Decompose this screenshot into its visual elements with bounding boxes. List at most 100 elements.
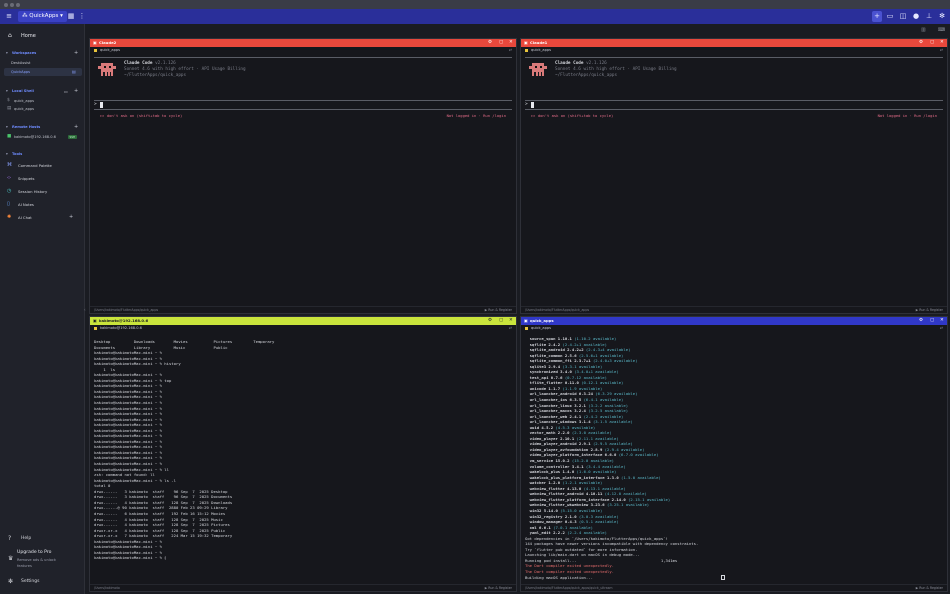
terminal-line: 144 packages have newer versions incompa… bbox=[525, 541, 699, 547]
workspaces-section[interactable]: ▾ Workspaces + bbox=[4, 50, 82, 57]
pane-claude1[interactable]: ▣ Claude1 ⚙ ▢ ✕ quick_apps ⇄ Claude Code… bbox=[520, 38, 948, 314]
pane-title: kakimoto@192.168.0.6 bbox=[99, 318, 149, 323]
maximize-icon[interactable]: ▢ bbox=[499, 39, 503, 47]
add-host-icon[interactable]: + bbox=[74, 124, 78, 131]
claude-mascot-icon bbox=[529, 63, 547, 77]
package-name: vector_math 2.2.0 bbox=[525, 430, 572, 436]
split-view-icon[interactable]: ▥ bbox=[921, 27, 929, 33]
pane-header[interactable]: ▣ quick_apps ⚙ ▢ ✕ bbox=[521, 317, 947, 325]
run-register-button[interactable]: ▶ Run & Register bbox=[485, 585, 512, 591]
package-available: (2.4.2+1 available) bbox=[562, 341, 607, 347]
zoom-window-dot[interactable] bbox=[16, 3, 20, 7]
settings-icon[interactable]: ⚙ bbox=[488, 317, 492, 325]
package-name: webview_flutter_android 4.10.11 bbox=[525, 491, 605, 497]
pane-quick-apps[interactable]: ▣ quick_apps ⚙ ▢ ✕ quick_apps ⇄ source_s… bbox=[520, 316, 948, 592]
tool-label: Command Palette bbox=[18, 163, 52, 168]
terminal-output[interactable]: source_span 1.10.1 (1.10.2 available) sq… bbox=[525, 336, 698, 580]
close-icon[interactable]: ✕ bbox=[509, 39, 513, 47]
package-available: (2.4.0+3 available) bbox=[592, 358, 638, 364]
run-register-button[interactable]: ▶ Run & Register bbox=[485, 307, 512, 313]
location-icon[interactable]: ● bbox=[911, 11, 921, 22]
settings-icon[interactable]: ⚙ bbox=[919, 39, 923, 47]
package-available: (4.5.3 available) bbox=[555, 424, 596, 430]
pane-claude2[interactable]: ▣ Claude2 ⚙ ▢ ✕ quick_apps ⇄ Claude Code… bbox=[89, 38, 517, 314]
terminal-output[interactable]: Desktop Downloads Movies Pictures Tempor… bbox=[94, 339, 274, 561]
local-shell-section[interactable]: ▾ Local Shell ▭ + bbox=[4, 88, 82, 95]
gear-icon[interactable]: ✻ bbox=[937, 11, 947, 22]
package-name: win32 5.14.0 bbox=[525, 507, 561, 513]
run-register-button[interactable]: ▶ Run & Register bbox=[916, 307, 943, 313]
sidebar-item-shell[interactable]: $ quick_apps bbox=[4, 97, 82, 105]
add-icon[interactable]: + bbox=[872, 11, 882, 22]
workspaces-label: Workspaces bbox=[12, 51, 37, 55]
help-button[interactable]: ? Help bbox=[4, 534, 82, 544]
login-status[interactable]: Not logged in · Run /login bbox=[878, 113, 937, 118]
close-icon[interactable]: ✕ bbox=[940, 317, 944, 325]
workspace-options-icon[interactable]: ▤ bbox=[72, 68, 76, 76]
link-icon[interactable]: ⇄ bbox=[940, 325, 943, 332]
terminal-icon: ▣ bbox=[524, 318, 528, 323]
sidebar-item-home[interactable]: ⌂ Home bbox=[4, 31, 82, 41]
package-available: (2.4.2 available) bbox=[583, 413, 624, 419]
package-name: uuid 4.5.2 bbox=[525, 424, 556, 430]
sidebar-item-deskassist[interactable]: DeskAssist bbox=[4, 59, 82, 67]
pane-header[interactable]: ▣ Claude2 ⚙ ▢ ✕ bbox=[90, 39, 516, 47]
package-name: sqlite3 2.9.4 bbox=[525, 363, 563, 369]
package-name: webview_flutter 4.13.0 bbox=[525, 485, 584, 491]
link-icon[interactable]: ⇄ bbox=[940, 47, 943, 54]
sidebar-item-quickapps[interactable]: QuickApps ▤ bbox=[4, 68, 82, 76]
hamburger-icon[interactable]: ≡ bbox=[4, 11, 14, 22]
add-workspace-icon[interactable]: + bbox=[74, 50, 78, 57]
settings-button[interactable]: ✻ Settings bbox=[4, 577, 82, 587]
maximize-icon[interactable]: ▢ bbox=[499, 317, 503, 325]
collapse-sidebar-icon[interactable]: ‹ bbox=[84, 306, 88, 314]
link-icon[interactable]: ⇄ bbox=[509, 325, 512, 332]
more-icon[interactable]: ⋮ bbox=[78, 11, 86, 22]
pane-chip[interactable]: quick_apps bbox=[531, 47, 551, 54]
pane-chip[interactable]: quick_apps bbox=[100, 47, 120, 54]
sidebar-item-session-history[interactable]: ◷ Session History bbox=[4, 187, 82, 196]
home-icon: ⌂ bbox=[8, 32, 12, 39]
shell-name: quick_apps bbox=[14, 107, 35, 111]
pane-ssh[interactable]: ▣ kakimoto@192.168.0.6 ⚙ ▢ ✕ kakimoto@19… bbox=[89, 316, 517, 592]
folder-icon[interactable]: ▭ bbox=[64, 88, 68, 95]
settings-icon[interactable]: ⚙ bbox=[488, 39, 492, 47]
sidebar-item-shell[interactable]: ▤ quick_apps bbox=[4, 105, 82, 113]
sidebar-item-remote-host[interactable]: ■ kakimoto@192.168.0.6 SSH bbox=[4, 133, 82, 141]
close-icon[interactable]: ✕ bbox=[940, 39, 944, 47]
package-name: webview_flutter_wkwebview 3.23.6 bbox=[525, 502, 607, 508]
top-toolbar: ≡ ⁂ QuickApps ▾ ▦ ⋮ + ▭ ◫ ● ⊥ ✻ bbox=[0, 9, 950, 24]
keyboard-icon[interactable]: ⌨ bbox=[938, 27, 946, 33]
minimize-window-dot[interactable] bbox=[10, 3, 14, 7]
add-shell-icon[interactable]: + bbox=[74, 88, 78, 95]
remote-hosts-section[interactable]: ▾ Remote Hosts + bbox=[4, 124, 82, 131]
sidebar-item-snippets[interactable]: ‹› Snippets bbox=[4, 174, 82, 183]
clipboard-icon[interactable]: ▭ bbox=[885, 11, 895, 22]
pane-header[interactable]: ▣ Claude1 ⚙ ▢ ✕ bbox=[521, 39, 947, 47]
package-available: (5.15.0 available) bbox=[560, 507, 603, 513]
pane-chip[interactable]: kakimoto@192.168.0.6 bbox=[100, 325, 142, 332]
link-icon[interactable]: ⇄ bbox=[509, 47, 512, 54]
bookmark-icon[interactable]: ◫ bbox=[898, 11, 908, 22]
maximize-icon[interactable]: ▢ bbox=[930, 39, 934, 47]
pane-chip[interactable]: quick_apps bbox=[531, 325, 551, 332]
close-window-dot[interactable] bbox=[4, 3, 8, 7]
pin-icon[interactable]: ⊥ bbox=[924, 11, 934, 22]
settings-icon[interactable]: ⚙ bbox=[919, 317, 923, 325]
maximize-icon[interactable]: ▢ bbox=[930, 317, 934, 325]
package-name: wakelock_plus 1.4.0 bbox=[525, 469, 577, 475]
run-register-button[interactable]: ▶ Run & Register bbox=[916, 585, 943, 591]
tools-section[interactable]: ▾ Tools bbox=[4, 151, 82, 158]
sidebar-item-ai-chat[interactable]: ✺ AI Chat + bbox=[4, 213, 82, 222]
sidebar-item-command-palette[interactable]: ⌘ Command Palette bbox=[4, 161, 82, 170]
sidebar-item-ai-notes[interactable]: ▯ AI Notes bbox=[4, 200, 82, 209]
prompt-char: > bbox=[94, 102, 97, 107]
package-name: url_launcher_web 2.4.1 bbox=[525, 413, 584, 419]
close-icon[interactable]: ✕ bbox=[509, 317, 513, 325]
pane-header[interactable]: ▣ kakimoto@192.168.0.6 ⚙ ▢ ✕ bbox=[90, 317, 516, 325]
workspace-selector[interactable]: ⁂ QuickApps ▾ bbox=[18, 11, 67, 22]
layout-icon[interactable]: ▦ bbox=[67, 11, 75, 22]
login-status[interactable]: Not logged in · Run /login bbox=[447, 113, 506, 118]
upgrade-pro-button[interactable]: ♛ Upgrade to Pro Remove ads & unlock fea… bbox=[4, 549, 82, 571]
add-chat-icon[interactable]: + bbox=[69, 213, 73, 222]
